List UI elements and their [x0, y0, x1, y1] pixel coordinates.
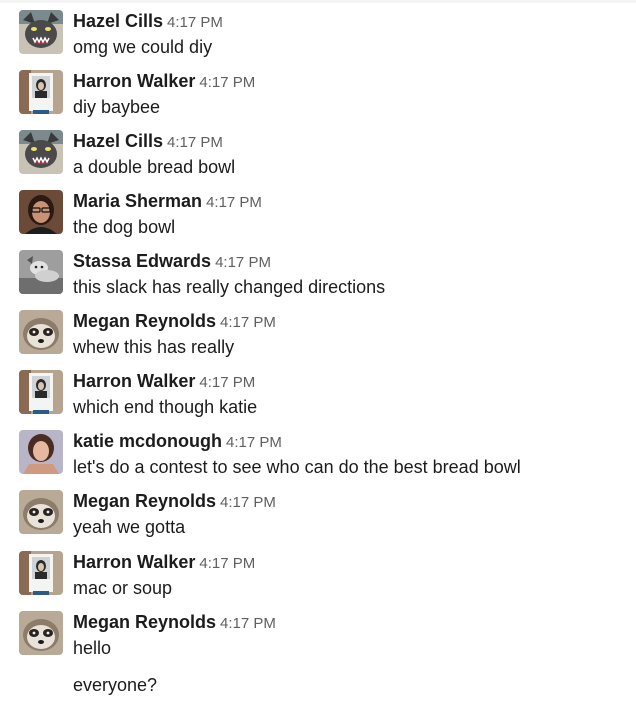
- timestamp[interactable]: 4:17 PM: [220, 494, 276, 511]
- message-item: Maria Sherman 4:17 PM the dog bowl: [0, 180, 636, 240]
- message-header: Harron Walker 4:17 PM: [73, 370, 255, 394]
- message-header: Maria Sherman 4:17 PM: [73, 190, 262, 214]
- harron-avatar[interactable]: [19, 370, 63, 414]
- timestamp[interactable]: 4:17 PM: [167, 14, 223, 31]
- message-text: this slack has really changed directions: [73, 277, 386, 297]
- sender-name[interactable]: Megan Reynolds: [73, 491, 216, 511]
- megan-avatar[interactable]: [19, 490, 63, 534]
- message-item: Megan Reynolds 4:17 PM hello: [0, 601, 636, 661]
- harron-avatar[interactable]: [19, 70, 63, 114]
- katie-avatar[interactable]: [19, 430, 63, 474]
- message-header: Hazel Cills 4:17 PM: [73, 130, 223, 154]
- sender-name[interactable]: Megan Reynolds: [73, 612, 216, 632]
- timestamp[interactable]: 4:17 PM: [199, 74, 255, 91]
- message-header: Megan Reynolds 4:17 PM: [73, 490, 276, 514]
- message-text: hello: [73, 638, 112, 658]
- timestamp[interactable]: 4:17 PM: [226, 434, 282, 451]
- megan-avatar[interactable]: [19, 310, 63, 354]
- timestamp[interactable]: 4:17 PM: [220, 314, 276, 331]
- message-item: Hazel Cills 4:17 PM omg we could diy: [0, 0, 636, 60]
- message-text: yeah we gotta: [73, 517, 186, 537]
- timestamp[interactable]: 4:17 PM: [167, 134, 223, 151]
- message-header: Harron Walker 4:17 PM: [73, 551, 255, 575]
- message-item: Megan Reynolds 4:17 PM whew this has real…: [0, 300, 636, 360]
- message-text: a double bread bowl: [73, 157, 236, 177]
- message-text: whew this has really: [73, 337, 235, 357]
- message-item: Harron Walker 4:17 PM which end though ka…: [0, 360, 636, 420]
- message-text: let's do a contest to see who can do the…: [73, 457, 521, 477]
- maria-avatar[interactable]: [19, 190, 63, 234]
- stassa-avatar[interactable]: [19, 250, 63, 294]
- message-header: Harron Walker 4:17 PM: [73, 70, 255, 94]
- message-text: the dog bowl: [73, 217, 176, 237]
- hazel-avatar[interactable]: [19, 130, 63, 174]
- timestamp[interactable]: 4:17 PM: [215, 254, 271, 271]
- message-continuation: everyone?: [73, 675, 158, 695]
- megan-avatar[interactable]: [19, 611, 63, 655]
- message-text: which end though katie: [73, 397, 258, 417]
- message-item: katie mcdonough 4:17 PM let's do a contes…: [0, 420, 636, 480]
- message-item: Megan Reynolds 4:17 PM yeah we gotta: [0, 480, 636, 540]
- message-text: mac or soup: [73, 578, 173, 598]
- message-header: katie mcdonough 4:17 PM: [73, 430, 282, 454]
- sender-name[interactable]: Maria Sherman: [73, 191, 202, 211]
- sender-name[interactable]: Stassa Edwards: [73, 251, 211, 271]
- sender-name[interactable]: Megan Reynolds: [73, 311, 216, 331]
- message-text: omg we could diy: [73, 37, 213, 57]
- message-item: Harron Walker 4:17 PM mac or soup: [0, 541, 636, 601]
- sender-name[interactable]: Harron Walker: [73, 71, 195, 91]
- sender-name[interactable]: Harron Walker: [73, 552, 195, 572]
- harron-avatar[interactable]: [19, 551, 63, 595]
- timestamp[interactable]: 4:17 PM: [199, 374, 255, 391]
- hazel-avatar[interactable]: [19, 10, 63, 54]
- message-header: Stassa Edwards 4:17 PM: [73, 250, 271, 274]
- sender-name[interactable]: Harron Walker: [73, 371, 195, 391]
- sender-name[interactable]: Hazel Cills: [73, 11, 163, 31]
- message-item: Stassa Edwards 4:17 PM this slack has rea…: [0, 240, 636, 300]
- sender-name[interactable]: katie mcdonough: [73, 431, 222, 451]
- message-header: Megan Reynolds 4:17 PM: [73, 310, 276, 334]
- message-item: Hazel Cills 4:17 PM a double bread bowl: [0, 120, 636, 180]
- message-header: Megan Reynolds 4:17 PM: [73, 611, 276, 635]
- timestamp[interactable]: 4:17 PM: [206, 194, 262, 211]
- timestamp[interactable]: 4:17 PM: [220, 615, 276, 632]
- sender-name[interactable]: Hazel Cills: [73, 131, 163, 151]
- message-text: diy baybee: [73, 97, 161, 117]
- message-item: Harron Walker 4:17 PM diy baybee: [0, 60, 636, 120]
- timestamp[interactable]: 4:17 PM: [199, 555, 255, 572]
- message-header: Hazel Cills 4:17 PM: [73, 10, 223, 34]
